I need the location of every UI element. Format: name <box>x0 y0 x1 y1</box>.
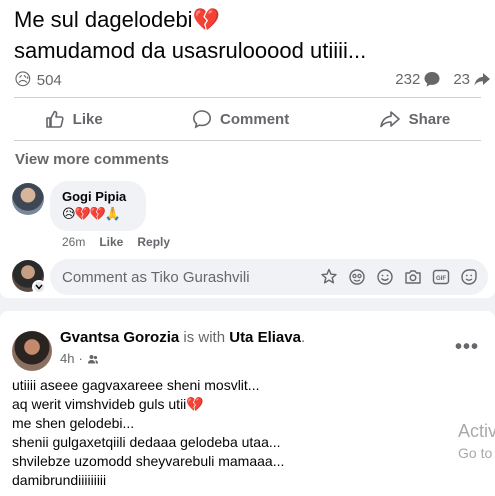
comment-time[interactable]: 26m <box>62 235 85 249</box>
avatar[interactable] <box>12 331 52 371</box>
share-label: Share <box>408 110 451 128</box>
comment-button[interactable]: Comment <box>192 109 289 129</box>
sticker-icon[interactable] <box>460 268 478 286</box>
comment-like-link[interactable]: Like <box>99 235 123 249</box>
comments-count-value: 232 <box>395 70 421 88</box>
comments-count[interactable]: 232 <box>395 70 441 88</box>
reaction-count: 504 <box>36 71 62 89</box>
like-button[interactable]: Like <box>45 109 103 129</box>
avatar-sticker-icon[interactable] <box>320 268 338 286</box>
camera-icon[interactable] <box>404 268 422 286</box>
post-text-line: utiiii aseee gagvaxareee sheni mosvlit..… <box>12 377 260 393</box>
activation-watermark: Activ Go to <box>458 420 495 464</box>
post-text-line: samudamod da usasrulooood utiiii... <box>14 38 367 63</box>
period: . <box>300 329 306 346</box>
post-text-line: shvilebze uzomodd sheyvarebuli mamaaa... <box>12 453 285 469</box>
comment-bubble: Gogi Pipia 😥💔💔🙏 <box>50 181 146 231</box>
share-icon <box>379 111 400 128</box>
composer-toolbar: GIF <box>320 268 478 286</box>
comment-meta: 26m Like Reply <box>62 235 170 249</box>
post-text-line: Me sul dagelodebi💔 <box>14 7 220 32</box>
shares-count-value: 23 <box>453 70 470 88</box>
comment-author[interactable]: Gogi Pipia <box>62 189 126 204</box>
watermark-line: Go to <box>458 445 493 461</box>
is-with-text: is with <box>183 329 226 346</box>
post-actions: Like Comment Share <box>0 102 495 136</box>
avatar-face-icon[interactable] <box>348 268 366 286</box>
post-text-line: aq werit vimshvideb guls utii💔 <box>12 396 204 412</box>
post-time[interactable]: 4h <box>60 351 74 366</box>
post-timestamp: 4h · <box>60 351 99 366</box>
post-text: utiiii aseee gagvaxareee sheni mosvlit..… <box>12 376 284 490</box>
chevron-down-icon[interactable] <box>32 280 46 294</box>
post-author-line: Gvantsa Gorozia is with Uta Eliava. <box>60 329 305 346</box>
more-options-icon[interactable]: ••• <box>455 337 479 357</box>
divider <box>14 140 481 141</box>
post-text: Me sul dagelodebi💔 samudamod da usasrulo… <box>14 4 484 66</box>
shares-count[interactable]: 23 <box>453 70 491 88</box>
view-more-comments-link[interactable]: View more comments <box>15 151 169 168</box>
gif-icon[interactable]: GIF <box>432 268 450 286</box>
post-text-line: me shen gelodebi... <box>12 415 135 431</box>
engagement-counts: 232 23 <box>383 70 491 88</box>
comment-text: 😥💔💔🙏 <box>62 206 121 221</box>
reactions-summary[interactable]: 😥 504 <box>14 70 62 90</box>
comment-label: Comment <box>220 110 290 128</box>
sad-reaction-icon: 😥 <box>14 70 32 89</box>
divider <box>14 97 481 98</box>
post-author-name[interactable]: Gvantsa Gorozia <box>60 329 179 346</box>
avatar[interactable] <box>12 183 44 215</box>
comment-bubble-icon <box>424 72 440 87</box>
comment-reply-link[interactable]: Reply <box>137 235 170 249</box>
post-text-line: shenii gulgaxetqiili dedaaa gelodeba uta… <box>12 434 281 450</box>
emoji-icon[interactable] <box>376 268 394 286</box>
post-text-line: damibrundiiiiiiiii <box>12 472 107 488</box>
comment-input[interactable]: Comment as Tiko Gurashvili GIF <box>50 259 488 295</box>
comment-icon <box>193 110 212 129</box>
friends-privacy-icon[interactable] <box>87 353 99 365</box>
separator-dot: · <box>78 351 83 366</box>
svg-text:GIF: GIF <box>436 276 446 282</box>
tagged-user-name[interactable]: Uta Eliava <box>229 329 301 346</box>
watermark-line: Activ <box>458 421 495 441</box>
share-button[interactable]: Share <box>379 109 451 129</box>
comment-input-placeholder: Comment as Tiko Gurashvili <box>62 269 250 286</box>
share-arrow-icon <box>474 73 490 86</box>
thumbs-up-icon <box>45 110 64 128</box>
like-label: Like <box>72 110 103 128</box>
